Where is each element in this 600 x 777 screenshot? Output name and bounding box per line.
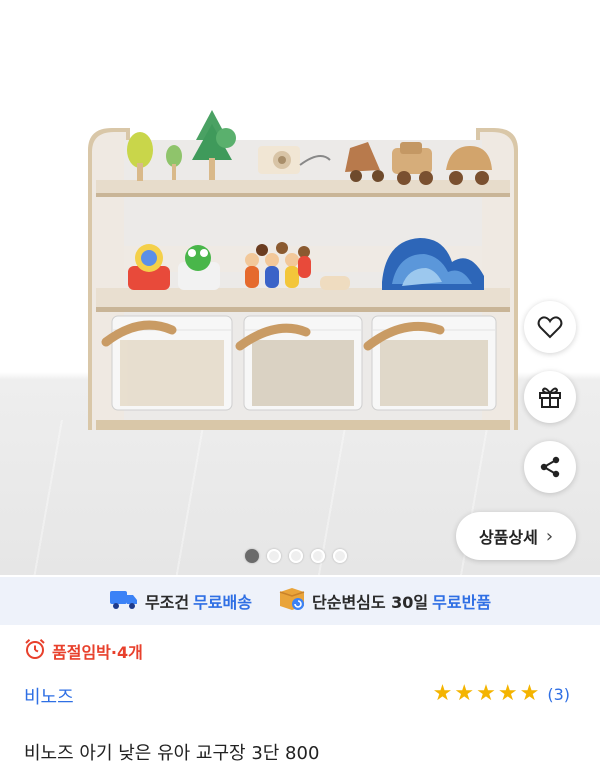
carousel-dot[interactable] [333,549,347,563]
free-delivery-info: 무조건 무료배송 [109,588,252,614]
star-icon: ★ [519,681,540,706]
free-delivery-prefix: 무조건 [144,593,190,612]
delivery-truck-icon [109,588,139,614]
star-icon: ★ [454,681,475,706]
gift-button[interactable] [524,371,576,423]
carousel-indicator [245,549,347,563]
product-title: 비노즈 아기 낮은 유아 교구장 3단 800 [24,743,320,764]
return-box-icon [278,586,306,616]
shipping-benefit-banner[interactable]: 무조건 무료배송 단순변심도 30일 무료반품 [0,577,600,625]
review-count: (3) [547,684,570,704]
carousel-dot[interactable] [245,549,259,563]
product-detail-label: 상품상세 [478,528,538,547]
free-delivery-highlight: 무료배송 [193,593,252,612]
product-image-carousel[interactable]: 상품상세 › [0,0,600,575]
brand-link[interactable]: 비노즈 [24,683,74,709]
free-return-info: 단순변심도 30일 무료반품 [278,586,491,616]
star-icon: ★ [432,681,453,706]
gift-icon [537,384,563,410]
share-icon [538,455,562,479]
low-stock-badge: 품절임박·4개 [24,638,143,664]
share-button[interactable] [524,441,576,493]
product-detail-button[interactable]: 상품상세 › [456,512,576,560]
free-return-prefix: 단순변심도 30일 [312,593,429,612]
like-button[interactable] [524,301,576,353]
low-stock-label: 품절임박·4개 [52,643,143,662]
free-return-highlight: 무료반품 [432,593,492,612]
carousel-dot[interactable] [311,549,325,563]
star-icon: ★ [497,681,518,706]
carousel-dot[interactable] [267,549,281,563]
carousel-dot[interactable] [289,549,303,563]
star-icon: ★ [476,681,496,706]
alarm-clock-icon [24,638,46,664]
rating-summary[interactable]: ★ ★ ★ ★ ★ (3) [433,683,570,705]
heart-icon [537,315,563,339]
chevron-right-icon: › [545,525,554,547]
toy-shelf-product-photo [88,110,518,430]
